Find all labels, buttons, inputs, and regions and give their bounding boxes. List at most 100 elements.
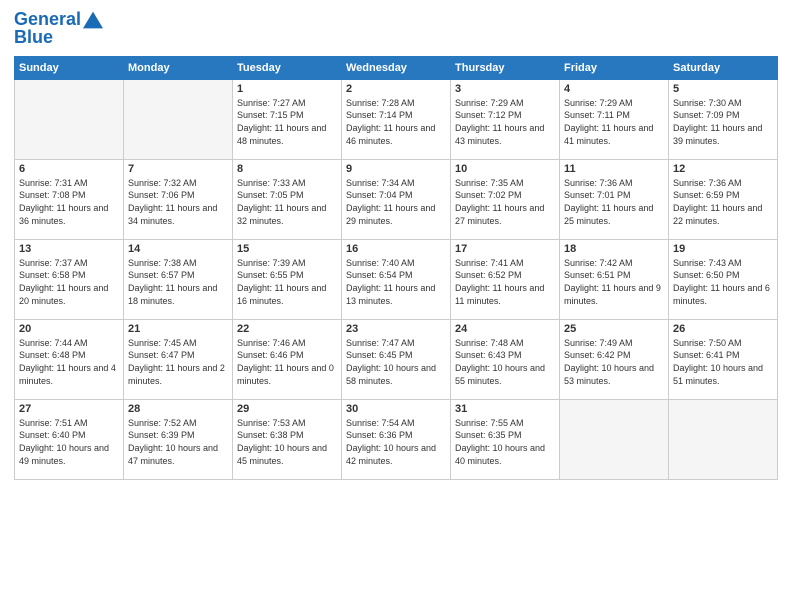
week-row-3: 13 Sunrise: 7:37 AMSunset: 6:58 PMDayligh… xyxy=(15,239,778,319)
day-number: 11 xyxy=(564,163,664,175)
calendar-cell: 28 Sunrise: 7:52 AMSunset: 6:39 PMDayligh… xyxy=(124,399,233,479)
cell-info: Sunrise: 7:42 AMSunset: 6:51 PMDaylight:… xyxy=(564,257,664,307)
day-number: 23 xyxy=(346,323,446,335)
calendar-cell: 19 Sunrise: 7:43 AMSunset: 6:50 PMDayligh… xyxy=(669,239,778,319)
cell-info: Sunrise: 7:47 AMSunset: 6:45 PMDaylight:… xyxy=(346,337,446,387)
calendar-cell: 11 Sunrise: 7:36 AMSunset: 7:01 PMDayligh… xyxy=(560,159,669,239)
cell-info: Sunrise: 7:43 AMSunset: 6:50 PMDaylight:… xyxy=(673,257,773,307)
cell-info: Sunrise: 7:30 AMSunset: 7:09 PMDaylight:… xyxy=(673,97,773,147)
cell-info: Sunrise: 7:48 AMSunset: 6:43 PMDaylight:… xyxy=(455,337,555,387)
calendar-cell xyxy=(15,79,124,159)
calendar-cell: 6Sunrise: 7:31 AMSunset: 7:08 PMDaylight… xyxy=(15,159,124,239)
calendar-cell: 30 Sunrise: 7:54 AMSunset: 6:36 PMDayligh… xyxy=(342,399,451,479)
day-number: 22 xyxy=(237,323,337,335)
day-number: 24 xyxy=(455,323,555,335)
day-number: 16 xyxy=(346,243,446,255)
calendar-cell: 1 Sunrise: 7:27 AMSunset: 7:15 PMDaylight… xyxy=(233,79,342,159)
calendar-cell xyxy=(124,79,233,159)
cell-info: Sunrise: 7:52 AMSunset: 6:39 PMDaylight:… xyxy=(128,417,228,467)
day-number: 26 xyxy=(673,323,773,335)
day-number: 28 xyxy=(128,403,228,415)
calendar-cell: 23 Sunrise: 7:47 AMSunset: 6:45 PMDayligh… xyxy=(342,319,451,399)
week-row-4: 20 Sunrise: 7:44 AMSunset: 6:48 PMDayligh… xyxy=(15,319,778,399)
calendar-cell: 8 Sunrise: 7:33 AMSunset: 7:05 PMDaylight… xyxy=(233,159,342,239)
col-header-wednesday: Wednesday xyxy=(342,56,451,79)
page-header: General Blue xyxy=(14,10,778,48)
day-number: 12 xyxy=(673,163,773,175)
calendar-cell: 20 Sunrise: 7:44 AMSunset: 6:48 PMDayligh… xyxy=(15,319,124,399)
cell-info: Sunrise: 7:29 AMSunset: 7:12 PMDaylight:… xyxy=(455,97,555,147)
cell-info: Sunrise: 7:51 AMSunset: 6:40 PMDaylight:… xyxy=(19,417,119,467)
calendar-cell: 10Sunrise: 7:35 AMSunset: 7:02 PMDayligh… xyxy=(451,159,560,239)
day-number: 1 xyxy=(237,83,337,95)
cell-info: Sunrise: 7:40 AMSunset: 6:54 PMDaylight:… xyxy=(346,257,446,307)
calendar-cell: 15 Sunrise: 7:39 AMSunset: 6:55 PMDayligh… xyxy=(233,239,342,319)
calendar-cell: 9Sunrise: 7:34 AMSunset: 7:04 PMDaylight… xyxy=(342,159,451,239)
calendar-cell: 31 Sunrise: 7:55 AMSunset: 6:35 PMDayligh… xyxy=(451,399,560,479)
calendar-cell xyxy=(560,399,669,479)
calendar-cell: 18 Sunrise: 7:42 AMSunset: 6:51 PMDayligh… xyxy=(560,239,669,319)
cell-info: Sunrise: 7:39 AMSunset: 6:55 PMDaylight:… xyxy=(237,257,337,307)
cell-info: Sunrise: 7:27 AMSunset: 7:15 PMDaylight:… xyxy=(237,97,337,147)
calendar-cell: 17Sunrise: 7:41 AMSunset: 6:52 PMDayligh… xyxy=(451,239,560,319)
logo-subtext: Blue xyxy=(14,28,103,48)
day-number: 10 xyxy=(455,163,555,175)
cell-info: Sunrise: 7:36 AMSunset: 6:59 PMDaylight:… xyxy=(673,177,773,227)
col-header-monday: Monday xyxy=(124,56,233,79)
page-container: General Blue SundayMondayTuesdayWednesda… xyxy=(0,0,792,490)
col-header-tuesday: Tuesday xyxy=(233,56,342,79)
logo: General Blue xyxy=(14,10,103,48)
cell-info: Sunrise: 7:45 AMSunset: 6:47 PMDaylight:… xyxy=(128,337,228,387)
cell-info: Sunrise: 7:29 AMSunset: 7:11 PMDaylight:… xyxy=(564,97,664,147)
day-number: 15 xyxy=(237,243,337,255)
day-number: 17 xyxy=(455,243,555,255)
day-number: 30 xyxy=(346,403,446,415)
day-number: 14 xyxy=(128,243,228,255)
cell-info: Sunrise: 7:36 AMSunset: 7:01 PMDaylight:… xyxy=(564,177,664,227)
calendar-cell: 22 Sunrise: 7:46 AMSunset: 6:46 PMDayligh… xyxy=(233,319,342,399)
day-number: 18 xyxy=(564,243,664,255)
calendar-cell: 25Sunrise: 7:49 AMSunset: 6:42 PMDayligh… xyxy=(560,319,669,399)
calendar-cell: 13 Sunrise: 7:37 AMSunset: 6:58 PMDayligh… xyxy=(15,239,124,319)
week-row-1: 1 Sunrise: 7:27 AMSunset: 7:15 PMDaylight… xyxy=(15,79,778,159)
week-row-5: 27Sunrise: 7:51 AMSunset: 6:40 PMDayligh… xyxy=(15,399,778,479)
cell-info: Sunrise: 7:32 AMSunset: 7:06 PMDaylight:… xyxy=(128,177,228,227)
header-row: SundayMondayTuesdayWednesdayThursdayFrid… xyxy=(15,56,778,79)
logo-icon xyxy=(83,10,103,30)
calendar-cell: 4 Sunrise: 7:29 AMSunset: 7:11 PMDaylight… xyxy=(560,79,669,159)
day-number: 19 xyxy=(673,243,773,255)
calendar-cell: 12 Sunrise: 7:36 AMSunset: 6:59 PMDayligh… xyxy=(669,159,778,239)
calendar-cell: 14 Sunrise: 7:38 AMSunset: 6:57 PMDayligh… xyxy=(124,239,233,319)
cell-info: Sunrise: 7:38 AMSunset: 6:57 PMDaylight:… xyxy=(128,257,228,307)
cell-info: Sunrise: 7:34 AMSunset: 7:04 PMDaylight:… xyxy=(346,177,446,227)
cell-info: Sunrise: 7:46 AMSunset: 6:46 PMDaylight:… xyxy=(237,337,337,387)
cell-info: Sunrise: 7:53 AMSunset: 6:38 PMDaylight:… xyxy=(237,417,337,467)
cell-info: Sunrise: 7:37 AMSunset: 6:58 PMDaylight:… xyxy=(19,257,119,307)
cell-info: Sunrise: 7:33 AMSunset: 7:05 PMDaylight:… xyxy=(237,177,337,227)
calendar-cell: 24 Sunrise: 7:48 AMSunset: 6:43 PMDayligh… xyxy=(451,319,560,399)
col-header-friday: Friday xyxy=(560,56,669,79)
calendar-cell: 21Sunrise: 7:45 AMSunset: 6:47 PMDayligh… xyxy=(124,319,233,399)
cell-info: Sunrise: 7:44 AMSunset: 6:48 PMDaylight:… xyxy=(19,337,119,387)
day-number: 20 xyxy=(19,323,119,335)
day-number: 7 xyxy=(128,163,228,175)
cell-info: Sunrise: 7:28 AMSunset: 7:14 PMDaylight:… xyxy=(346,97,446,147)
calendar-table: SundayMondayTuesdayWednesdayThursdayFrid… xyxy=(14,56,778,480)
day-number: 13 xyxy=(19,243,119,255)
calendar-cell: 7 Sunrise: 7:32 AMSunset: 7:06 PMDaylight… xyxy=(124,159,233,239)
cell-info: Sunrise: 7:50 AMSunset: 6:41 PMDaylight:… xyxy=(673,337,773,387)
cell-info: Sunrise: 7:31 AMSunset: 7:08 PMDaylight:… xyxy=(19,177,119,227)
week-row-2: 6Sunrise: 7:31 AMSunset: 7:08 PMDaylight… xyxy=(15,159,778,239)
cell-info: Sunrise: 7:55 AMSunset: 6:35 PMDaylight:… xyxy=(455,417,555,467)
calendar-cell: 27Sunrise: 7:51 AMSunset: 6:40 PMDayligh… xyxy=(15,399,124,479)
calendar-cell: 5 Sunrise: 7:30 AMSunset: 7:09 PMDaylight… xyxy=(669,79,778,159)
day-number: 2 xyxy=(346,83,446,95)
cell-info: Sunrise: 7:54 AMSunset: 6:36 PMDaylight:… xyxy=(346,417,446,467)
day-number: 4 xyxy=(564,83,664,95)
day-number: 5 xyxy=(673,83,773,95)
day-number: 29 xyxy=(237,403,337,415)
day-number: 31 xyxy=(455,403,555,415)
day-number: 8 xyxy=(237,163,337,175)
day-number: 25 xyxy=(564,323,664,335)
calendar-cell xyxy=(669,399,778,479)
